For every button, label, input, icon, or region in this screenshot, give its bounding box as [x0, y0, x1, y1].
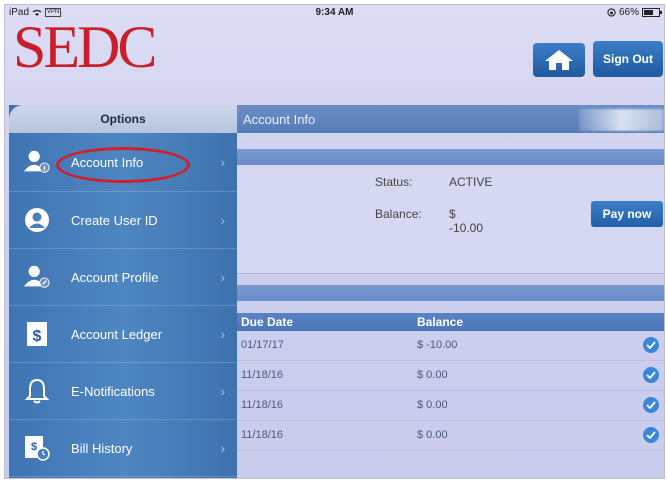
svg-text:$: $ [31, 441, 37, 453]
table-row[interactable]: 11/18/16 $ 0.00 [237, 421, 664, 451]
table-row[interactable]: 11/18/16 $ 0.00 [237, 391, 664, 421]
user-info-icon [23, 148, 51, 176]
options-sidebar: Options Account Info › Create User ID › [9, 105, 237, 478]
svg-text:$: $ [33, 328, 42, 345]
page-title: Account Info [243, 112, 316, 127]
due-date-cell: 01/17/17 [241, 339, 284, 351]
sidebar-item-create-user-id[interactable]: Create User ID › [9, 192, 237, 249]
chevron-right-icon: › [220, 383, 225, 399]
sidebar-menu: Account Info › Create User ID › Account … [9, 133, 237, 477]
table-header: Due Date Balance [237, 313, 664, 331]
sidebar-item-account-profile[interactable]: Account Profile › [9, 249, 237, 306]
home-button[interactable] [533, 43, 585, 77]
rotation-lock-icon [607, 8, 616, 17]
sidebar-item-label: Bill History [71, 440, 133, 456]
chevron-right-icon: › [220, 212, 225, 228]
account-info-panel: Account Info Status: ACTIVE Balance: $ -… [237, 105, 664, 478]
sidebar-item-account-ledger[interactable]: $ Account Ledger › [9, 306, 237, 363]
chevron-right-icon: › [220, 326, 225, 342]
status-value: ACTIVE [449, 175, 493, 189]
balance-value: $ -10.00 [449, 207, 484, 235]
highlight-annotation [56, 147, 190, 183]
bell-icon [23, 377, 51, 405]
sidebar-item-e-notifications[interactable]: E-Notifications › [9, 363, 237, 420]
sidebar-item-label: E-Notifications [71, 383, 155, 399]
due-date-cell: 11/18/16 [241, 369, 284, 381]
sidebar-item-account-info[interactable]: Account Info › [9, 133, 237, 192]
checkmark-icon [643, 337, 659, 353]
status-label: Status: [375, 175, 413, 189]
table-row[interactable]: 11/18/16 $ 0.00 [237, 361, 664, 391]
column-header-balance: Balance [417, 315, 464, 329]
sidebar-title: Options [9, 105, 237, 133]
checkmark-icon [643, 367, 659, 383]
chevron-right-icon: › [220, 154, 225, 170]
ledger-dollar-icon: $ [23, 320, 51, 348]
logo-text: SEDC [13, 14, 157, 80]
section-divider [237, 285, 664, 301]
user-profile-icon [23, 263, 51, 291]
app-window: iPad VPN 9:34 AM 66% SEDC Sign Out Optio… [4, 4, 665, 479]
sidebar-item-bill-history[interactable]: $ Bill History › [9, 420, 237, 477]
sidebar-item-label: Create User ID [71, 212, 158, 228]
sign-out-button[interactable]: Sign Out [593, 41, 663, 77]
home-icon [545, 50, 573, 70]
column-header-due-date: Due Date [241, 315, 294, 329]
battery-percent: 66% [618, 7, 639, 18]
sidebar-item-label: Account Ledger [71, 326, 163, 342]
redacted-account-number [579, 109, 664, 131]
due-date-cell: 11/18/16 [241, 399, 284, 411]
balance-cell: $ -10.00 [417, 339, 458, 351]
checkmark-icon [643, 427, 659, 443]
due-date-cell: 11/18/16 [241, 429, 284, 441]
battery-icon [642, 8, 662, 17]
panel-title-bar: Account Info [237, 105, 664, 133]
sidebar-item-label: Account Profile [71, 269, 159, 285]
balance-cell: $ 0.00 [417, 369, 448, 381]
bill-history-icon: $ [23, 434, 51, 462]
chevron-right-icon: › [220, 269, 225, 285]
table-row[interactable]: 01/17/17 $ -10.00 [237, 331, 664, 361]
status-right: 66% [607, 7, 662, 18]
pay-now-button[interactable]: Pay now [591, 201, 663, 227]
balance-cell: $ 0.00 [417, 429, 448, 441]
chevron-right-icon: › [220, 440, 225, 456]
checkmark-icon [643, 397, 659, 413]
section-divider [237, 149, 664, 165]
sedc-logo: SEDC [13, 15, 183, 79]
user-id-icon [23, 206, 51, 234]
balance-label: Balance: [375, 207, 422, 221]
balance-cell: $ 0.00 [417, 399, 448, 411]
